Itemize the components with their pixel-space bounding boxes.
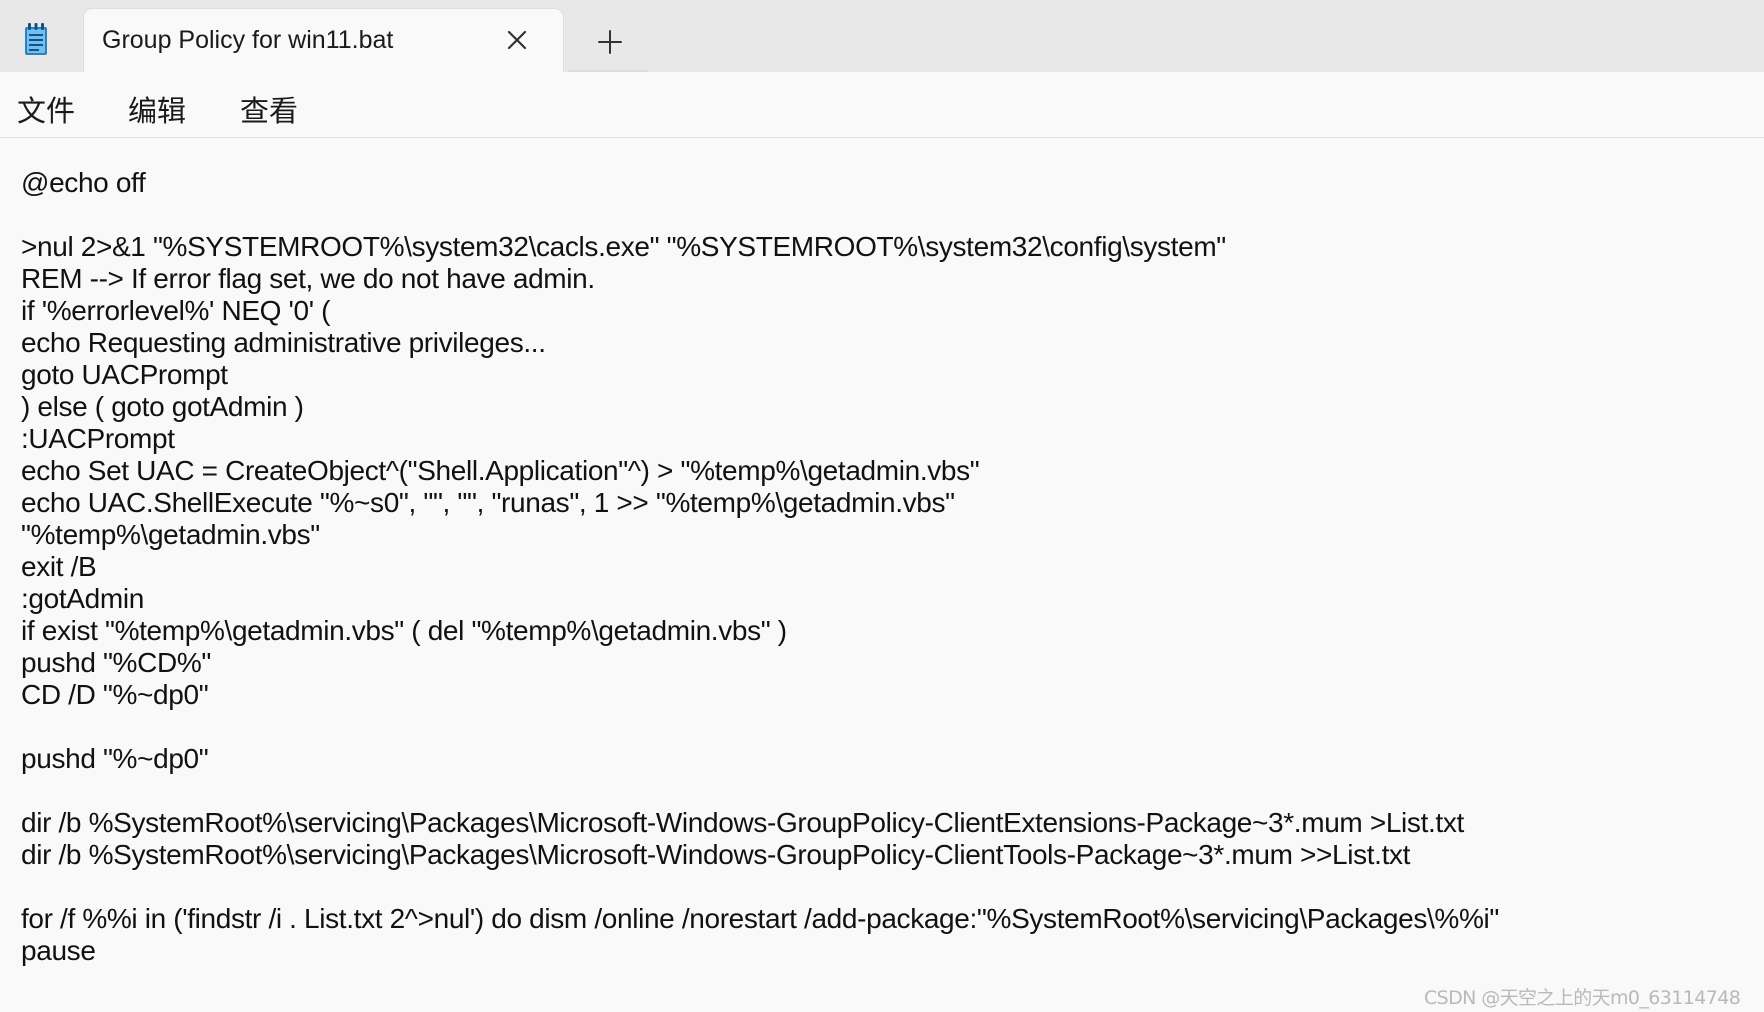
- code-line: echo Set UAC = CreateObject^("Shell.Appl…: [21, 455, 980, 486]
- notepad-window: Group Policy for win11.bat 文件 编辑 查看 @ech…: [0, 0, 1764, 1012]
- menu-item-view[interactable]: 查看: [240, 88, 298, 130]
- code-line: pause: [21, 935, 96, 966]
- code-line: >nul 2>&1 "%SYSTEMROOT%\system32\cacls.e…: [21, 231, 1226, 262]
- text-editor[interactable]: @echo off >nul 2>&1 "%SYSTEMROOT%\system…: [0, 139, 1764, 1012]
- tab-document[interactable]: Group Policy for win11.bat: [84, 9, 563, 72]
- code-line: echo UAC.ShellExecute "%~s0", "", "", "r…: [21, 487, 955, 518]
- menu-bar: 文件 编辑 查看: [0, 72, 1764, 138]
- code-line: dir /b %SystemRoot%\servicing\Packages\M…: [21, 839, 1411, 870]
- watermark: CSDN @天空之上的天m0_63114748: [1424, 987, 1741, 1009]
- tab-title: Group Policy for win11.bat: [102, 26, 394, 54]
- code-line: exit /B: [21, 551, 97, 582]
- code-line: goto UACPrompt: [21, 359, 228, 390]
- code-line: pushd "%~dp0": [21, 743, 209, 774]
- code-line: pushd "%CD%": [21, 647, 211, 678]
- code-line: echo Requesting administrative privilege…: [21, 327, 546, 358]
- code-line: "%temp%\getadmin.vbs": [21, 519, 320, 550]
- code-line: if '%errorlevel%' NEQ '0' (: [21, 295, 331, 326]
- code-line: @echo off: [21, 167, 146, 198]
- menu-item-edit[interactable]: 编辑: [128, 88, 186, 130]
- plus-icon[interactable]: [596, 28, 624, 56]
- code-line: dir /b %SystemRoot%\servicing\Packages\M…: [21, 807, 1464, 838]
- code-line: :gotAdmin: [21, 583, 144, 614]
- code-line: for /f %%i in ('findstr /i . List.txt 2^…: [21, 903, 1499, 934]
- code-line: REM --> If error flag set, we do not hav…: [21, 263, 595, 294]
- notepad-icon: [22, 22, 50, 56]
- title-bar: Group Policy for win11.bat: [0, 0, 1764, 72]
- menu-item-file[interactable]: 文件: [17, 88, 75, 130]
- code-line: if exist "%temp%\getadmin.vbs" ( del "%t…: [21, 615, 787, 646]
- close-icon[interactable]: [503, 26, 531, 54]
- code-line: ) else ( goto gotAdmin ): [21, 391, 304, 422]
- code-line: :UACPrompt: [21, 423, 175, 454]
- code-line: CD /D "%~dp0": [21, 679, 209, 710]
